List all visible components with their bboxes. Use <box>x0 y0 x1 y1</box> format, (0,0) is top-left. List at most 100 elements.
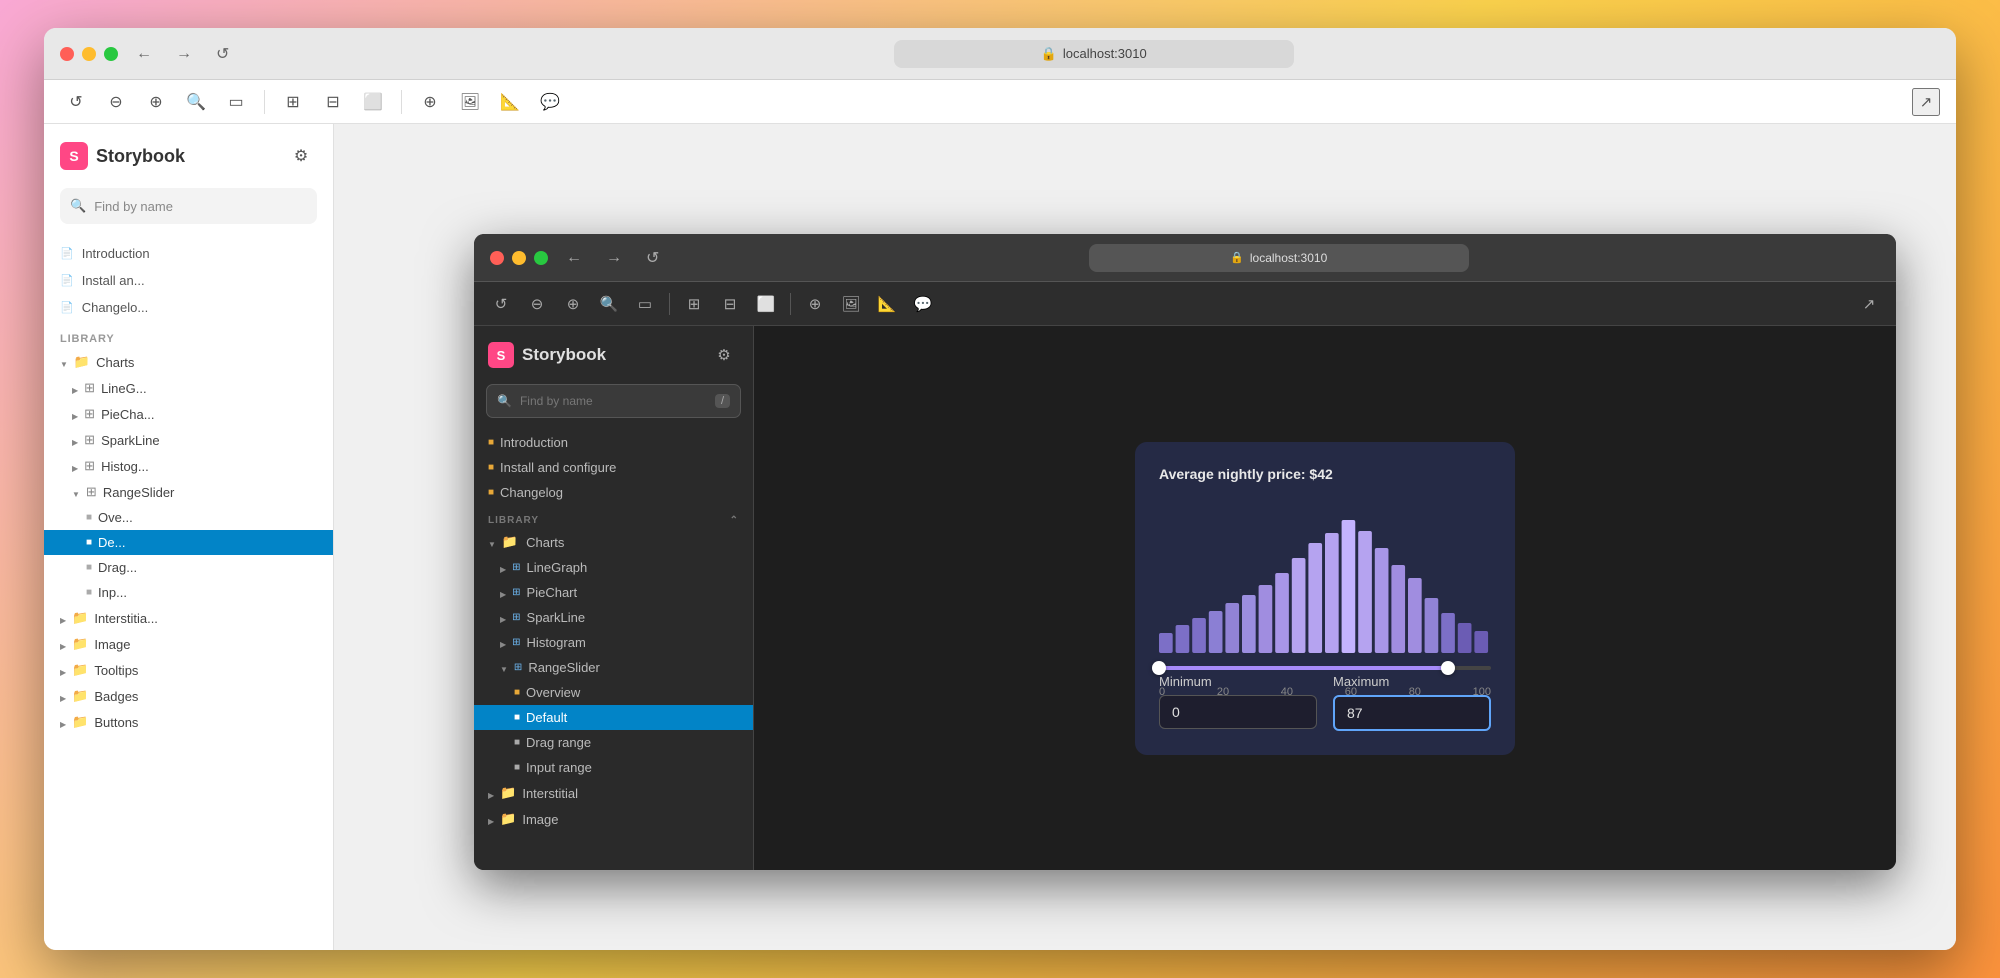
toolbar-columns-icon[interactable]: ⊟ <box>317 86 349 118</box>
inner-toolbar-image[interactable]: 🖼 <box>836 289 866 319</box>
outer-close-button[interactable] <box>60 47 74 61</box>
toolbar-separator-2 <box>401 90 402 114</box>
inner-toolbar-search[interactable]: 🔍 <box>594 289 624 319</box>
inner-settings-button[interactable]: ⚙ <box>709 340 739 370</box>
inner-nav-changelog[interactable]: ■ Changelog <box>474 480 753 505</box>
toolbar-single-panel-icon[interactable]: ▭ <box>220 86 252 118</box>
inner-toolbar-external[interactable]: ↗ <box>1854 289 1884 319</box>
inner-library-collapse-icon[interactable]: ⌃ <box>730 515 739 526</box>
outer-refresh-button[interactable]: ↺ <box>210 40 235 68</box>
outer-nav-changelog[interactable]: 📄 Changelo... <box>44 294 333 321</box>
outer-forward-button[interactable]: → <box>170 41 198 67</box>
inner-tree-histogram[interactable]: ⊞ Histogram <box>474 630 753 655</box>
inner-toolbar-frame[interactable]: ⬜ <box>751 289 781 319</box>
inner-nav-install[interactable]: ■ Install and configure <box>474 455 753 480</box>
inner-toolbar-a11y[interactable]: ⊕ <box>800 289 830 319</box>
inner-tree-default[interactable]: ■ Default <box>474 705 753 730</box>
inner-close-button[interactable] <box>490 251 504 265</box>
outer-tree-image[interactable]: 📁 Image <box>44 631 333 657</box>
range-handle-left[interactable] <box>1152 661 1166 675</box>
outer-tree-default[interactable]: ■ De... <box>44 530 333 555</box>
toolbar-zoom-in-icon[interactable]: ⊕ <box>140 86 172 118</box>
inner-tree-image[interactable]: 📁 Image <box>474 806 753 832</box>
inner-interstitial-label: Interstitial <box>522 786 578 801</box>
outer-story-icon-drag: ■ <box>86 562 92 573</box>
outer-toolbar: ↺ ⊖ ⊕ 🔍 ▭ ⊞ ⊟ ⬜ ⊕ 🖼 📐 💬 ↗ <box>44 80 1956 124</box>
outer-url-bar[interactable]: 🔒 localhost:3010 <box>894 40 1294 68</box>
inner-doc-icon-changelog: ■ <box>488 487 494 498</box>
inner-search-box[interactable]: 🔍 Find by name / <box>486 384 741 418</box>
inner-back-button[interactable]: ← <box>560 245 588 271</box>
toolbar-accessibility-icon[interactable]: ⊕ <box>414 86 446 118</box>
inner-tree-charts[interactable]: 📁 Charts <box>474 529 753 555</box>
outer-tree-tooltips[interactable]: 📁 Tooltips <box>44 657 333 683</box>
outer-doc-icon-intro: 📄 <box>60 247 74 260</box>
outer-search-box[interactable]: 🔍 Find by name <box>60 188 317 224</box>
toolbar-external-link-icon[interactable]: ↗ <box>1912 88 1940 116</box>
inner-forward-button[interactable]: → <box>600 245 628 271</box>
toolbar-measure-icon[interactable]: 📐 <box>494 86 526 118</box>
range-handle-right[interactable] <box>1441 661 1455 675</box>
inner-component-icon-hist: ⊞ <box>512 637 520 648</box>
inner-tree-dragrange[interactable]: ■ Drag range <box>474 730 753 755</box>
outer-tree-buttons[interactable]: 📁 Buttons <box>44 709 333 735</box>
toolbar-zoom-out-icon[interactable]: ⊖ <box>100 86 132 118</box>
outer-tree-interstitial[interactable]: 📁 Interstitia... <box>44 605 333 631</box>
toolbar-search-icon[interactable]: 🔍 <box>180 86 212 118</box>
outer-tree-overview[interactable]: ■ Ove... <box>44 505 333 530</box>
inner-refresh-button[interactable]: ↺ <box>640 244 665 272</box>
outer-tree-rangeslider[interactable]: ⊞ RangeSlider <box>44 479 333 505</box>
outer-tree-dragrange[interactable]: ■ Drag... <box>44 555 333 580</box>
inner-toolbar: ↺ ⊖ ⊕ 🔍 ▭ ⊞ ⊟ ⬜ ⊕ 🖼 📐 💬 ↗ <box>474 282 1896 326</box>
outer-back-button[interactable]: ← <box>130 41 158 67</box>
outer-tree-sparkline[interactable]: ⊞ SparkLine <box>44 427 333 453</box>
inner-sidebar-header: S Storybook ⚙ <box>474 326 753 378</box>
maximum-input[interactable] <box>1333 695 1491 731</box>
outer-tree-histogram[interactable]: ⊞ Histog... <box>44 453 333 479</box>
outer-nav-install[interactable]: 📄 Install an... <box>44 267 333 294</box>
inner-minimize-button[interactable] <box>512 251 526 265</box>
outer-drag-label: Drag... <box>98 560 137 575</box>
inner-tree-piechart[interactable]: ⊞ PieChart <box>474 580 753 605</box>
inner-toolbar-measure[interactable]: 📐 <box>872 289 902 319</box>
outer-tree-linegraph[interactable]: ⊞ LineG... <box>44 375 333 401</box>
outer-tree-charts[interactable]: 📁 Charts <box>44 349 333 375</box>
outer-maximize-button[interactable] <box>104 47 118 61</box>
outer-minimize-button[interactable] <box>82 47 96 61</box>
inner-toolbar-comment[interactable]: 💬 <box>908 289 938 319</box>
inner-toolbar-refresh[interactable]: ↺ <box>486 289 516 319</box>
inner-url-text: localhost:3010 <box>1250 251 1327 265</box>
outer-storybook-logo: S Storybook <box>60 142 185 170</box>
inner-overview-label: Overview <box>526 685 580 700</box>
inner-tree-interstitial[interactable]: 📁 Interstitial <box>474 780 753 806</box>
minimum-input[interactable] <box>1159 695 1317 729</box>
inner-toolbar-zoom-out[interactable]: ⊖ <box>522 289 552 319</box>
toolbar-grid-icon[interactable]: ⊞ <box>277 86 309 118</box>
toolbar-image-icon[interactable]: 🖼 <box>454 86 486 118</box>
inner-tree-overview[interactable]: ■ Overview <box>474 680 753 705</box>
inner-toolbar-single-panel[interactable]: ▭ <box>630 289 660 319</box>
x-label-0: 0 <box>1159 686 1165 698</box>
inner-tree-inputrange[interactable]: ■ Input range <box>474 755 753 780</box>
inner-tree-linegraph[interactable]: ⊞ LineGraph <box>474 555 753 580</box>
inner-toolbar-cols[interactable]: ⊟ <box>715 289 745 319</box>
chart-title: Average nightly price: $42 <box>1159 466 1491 482</box>
outer-nav-introduction[interactable]: 📄 Introduction <box>44 240 333 267</box>
outer-settings-button[interactable]: ⚙ <box>285 140 317 172</box>
toolbar-comment-icon[interactable]: 💬 <box>534 86 566 118</box>
inner-url-bar[interactable]: 🔒 localhost:3010 <box>1089 244 1469 272</box>
inner-toolbar-zoom-in[interactable]: ⊕ <box>558 289 588 319</box>
outer-tree-piechart[interactable]: ⊞ PieCha... <box>44 401 333 427</box>
toolbar-refresh-icon[interactable]: ↺ <box>60 86 92 118</box>
outer-tree-badges[interactable]: 📁 Badges <box>44 683 333 709</box>
inner-tree-sparkline[interactable]: ⊞ SparkLine <box>474 605 753 630</box>
outer-input-label: Inp... <box>98 585 127 600</box>
inner-toolbar-sep-1 <box>669 293 670 315</box>
inner-maximize-button[interactable] <box>534 251 548 265</box>
outer-tree-inputrange[interactable]: ■ Inp... <box>44 580 333 605</box>
toolbar-frame-icon[interactable]: ⬜ <box>357 86 389 118</box>
outer-sparkline-label: SparkLine <box>101 433 160 448</box>
inner-nav-introduction[interactable]: ■ Introduction <box>474 430 753 455</box>
inner-tree-rangeslider[interactable]: ⊞ RangeSlider <box>474 655 753 680</box>
inner-toolbar-grid[interactable]: ⊞ <box>679 289 709 319</box>
